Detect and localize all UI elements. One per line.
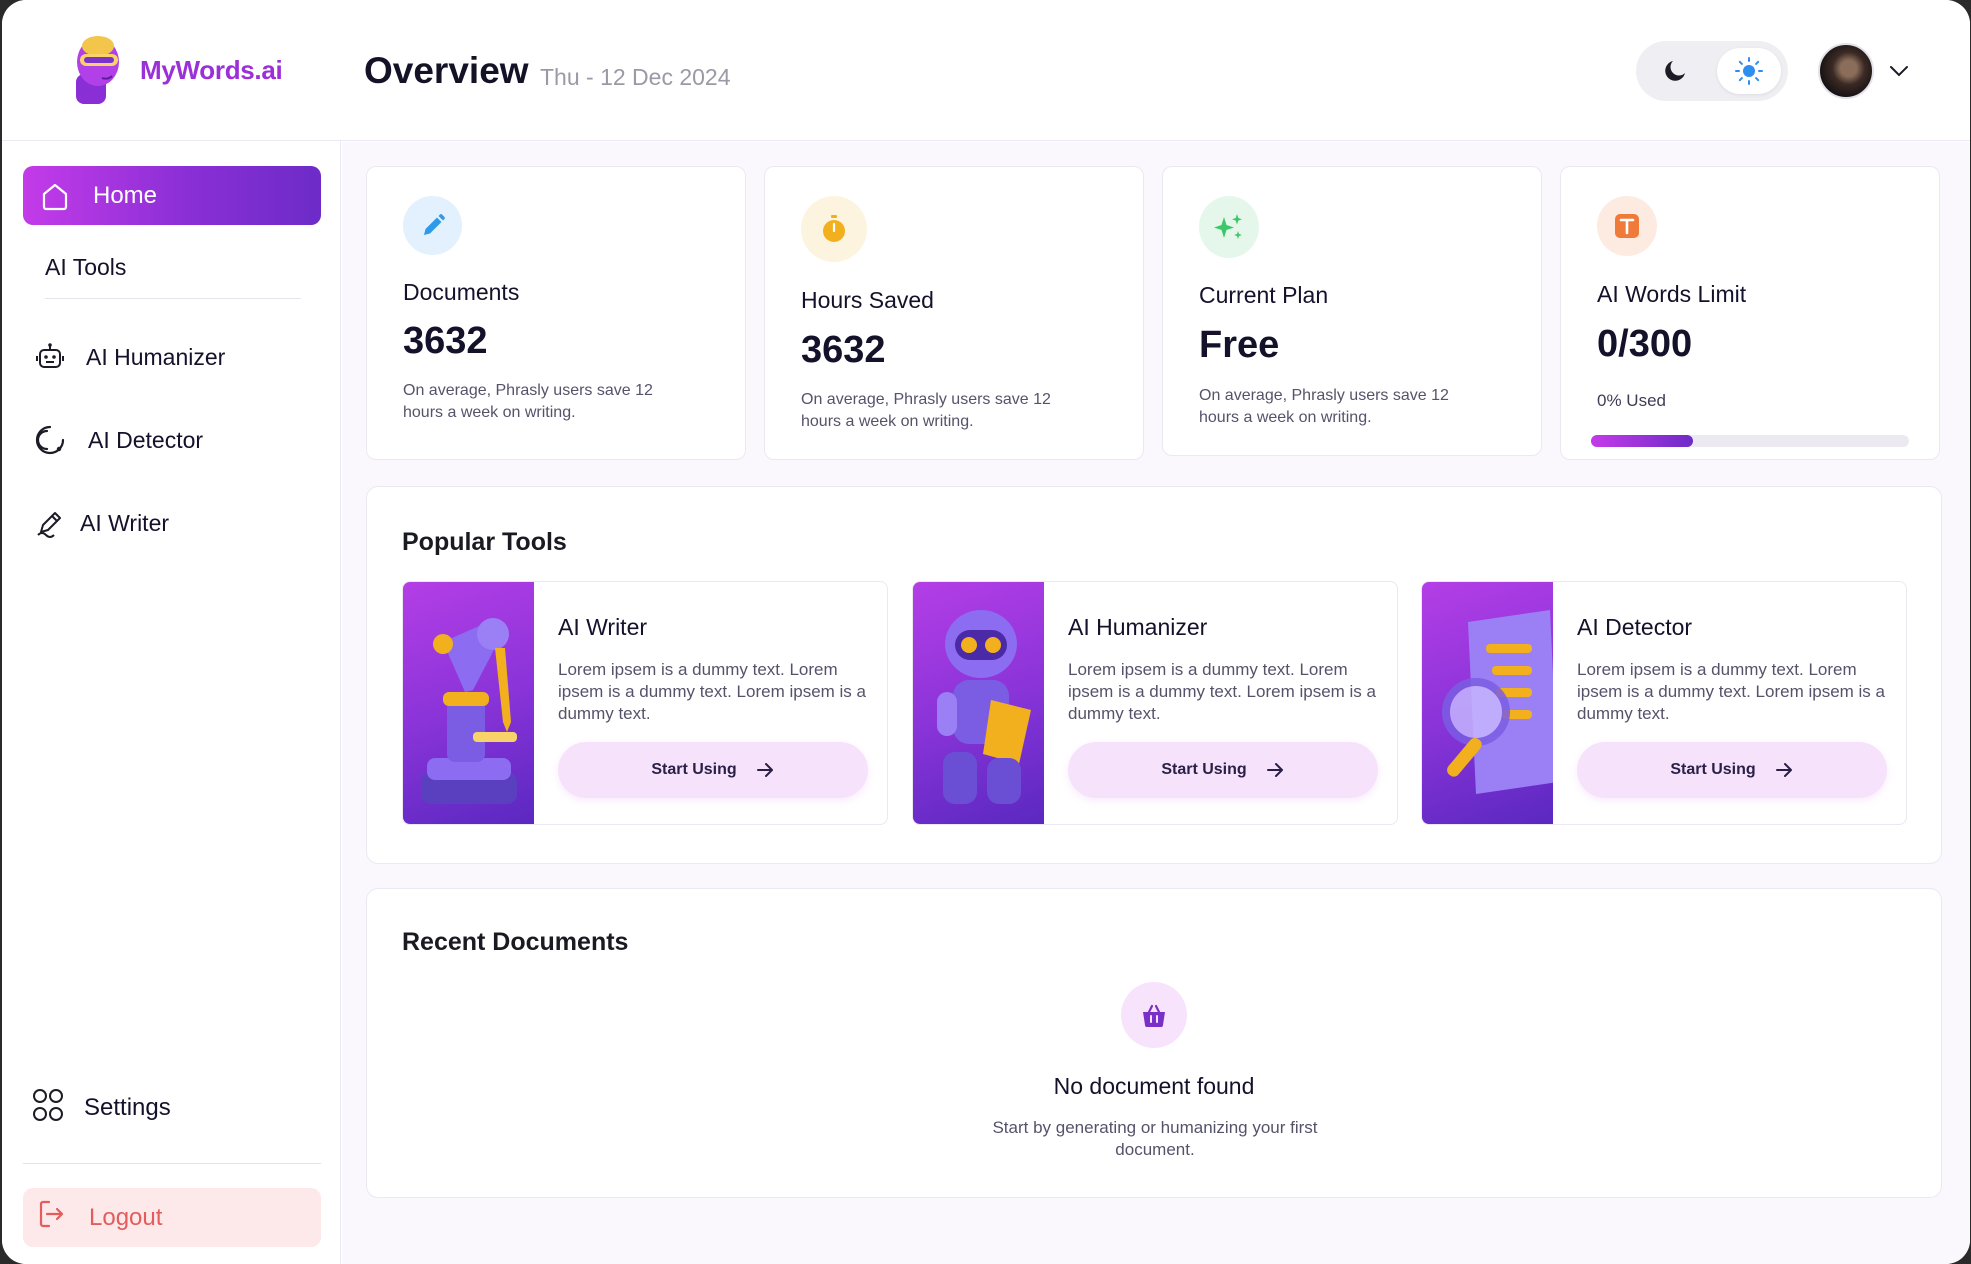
stat-card-ai-words-limit[interactable]: AI Words Limit 0/300 0% Used: [1560, 166, 1940, 460]
recent-documents-section: Recent Documents No document found Start…: [366, 888, 1942, 1198]
stat-card-current-plan[interactable]: Current Plan Free On average, Phrasly us…: [1162, 166, 1542, 456]
stat-value: Free: [1199, 324, 1280, 366]
sidebar-item-settings[interactable]: Settings: [32, 1086, 171, 1130]
start-using-label: Start Using: [651, 761, 737, 778]
brand-name: MyWords.ai: [140, 54, 283, 85]
stopwatch-icon: [801, 196, 867, 262]
stat-description: On average, Phrasly users save 12 hours …: [1199, 387, 1449, 426]
tool-card-ai-detector: AI Detector Lorem ipsem is a dummy text.…: [1421, 581, 1907, 825]
chevron-down-icon[interactable]: [1888, 60, 1910, 82]
app-window: MyWords.ai Overview Thu - 12 Dec 2024 Ho…: [2, 0, 1970, 1264]
arrow-right-icon: [1775, 763, 1792, 777]
words-progress-bar: [1591, 435, 1909, 447]
grid-icon: [32, 1087, 64, 1130]
dark-mode-button[interactable]: [1643, 48, 1707, 94]
section-title: Popular Tools: [402, 528, 567, 556]
user-avatar[interactable]: [1818, 43, 1874, 99]
main-content: Documents 3632 On average, Phrasly users…: [342, 142, 1970, 1264]
top-header: MyWords.ai Overview Thu - 12 Dec 2024: [2, 0, 1970, 141]
tool-title: AI Humanizer: [1068, 614, 1208, 640]
tool-card-ai-writer: AI Writer Lorem ipsem is a dummy text. L…: [402, 581, 888, 825]
sidebar-item-label: AI Humanizer: [86, 343, 226, 370]
sidebar-item-label: Settings: [84, 1094, 171, 1121]
stat-label: AI Words Limit: [1597, 281, 1747, 307]
pen-icon: [32, 505, 68, 541]
magnifier-document-illustration: [1422, 582, 1558, 824]
tool-description: Lorem ipsem is a dummy text. Lorem ipsem…: [558, 660, 866, 723]
sidebar-item-label: Home: [93, 181, 158, 209]
empty-state-description: Start by generating or humanizing your f…: [992, 1118, 1318, 1159]
stat-value: 3632: [801, 329, 886, 371]
start-using-button[interactable]: Start Using: [558, 742, 868, 798]
start-using-label: Start Using: [1670, 761, 1756, 778]
sun-icon: [1735, 57, 1763, 85]
stat-card-hours-saved[interactable]: Hours Saved 3632 On average, Phrasly use…: [764, 166, 1144, 460]
start-using-button[interactable]: Start Using: [1068, 742, 1378, 798]
usage-label: 0% Used: [1597, 391, 1666, 410]
section-title: Recent Documents: [402, 928, 629, 956]
logout-label: Logout: [89, 1203, 163, 1231]
sidebar: Home AI Tools AI Humanizer AI Detector A…: [2, 141, 341, 1264]
stat-value: 3632: [403, 320, 488, 362]
stat-description: On average, Phrasly users save 12 hours …: [801, 391, 1051, 430]
basket-icon: [1121, 982, 1187, 1048]
tool-title: AI Writer: [558, 614, 648, 640]
brand[interactable]: MyWords.ai: [68, 34, 283, 106]
moon-icon: [1665, 61, 1685, 81]
divider: [45, 298, 301, 299]
empty-state-title: No document found: [1053, 1073, 1255, 1099]
brand-logo-icon: [76, 36, 119, 104]
stat-value: 0/300: [1597, 323, 1693, 365]
text-icon: [1597, 196, 1657, 256]
arrow-right-icon: [1266, 763, 1283, 777]
robot-arm-illustration: [403, 582, 534, 824]
sidebar-item-label: AI Detector: [88, 426, 204, 453]
start-using-label: Start Using: [1161, 761, 1247, 778]
ai-tools-section-label: AI Tools: [45, 254, 127, 280]
tool-card-ai-humanizer: AI Humanizer Lorem ipsem is a dummy text…: [912, 581, 1398, 825]
stat-description: On average, Phrasly users save 12 hours …: [403, 382, 653, 421]
light-mode-button[interactable]: [1717, 48, 1781, 94]
sidebar-item-label: AI Writer: [80, 509, 170, 536]
pencil-icon: [403, 196, 462, 255]
stat-label: Hours Saved: [801, 287, 934, 313]
sidebar-item-ai-writer[interactable]: AI Writer: [32, 501, 169, 545]
home-icon: [38, 179, 72, 213]
popular-tools-section: Popular Tools AI Writer Lorem ipsem is a…: [366, 486, 1942, 864]
arrow-right-icon: [756, 763, 773, 777]
divider: [23, 1163, 321, 1164]
robot-icon: [32, 339, 68, 375]
sidebar-item-ai-humanizer[interactable]: AI Humanizer: [32, 335, 225, 379]
words-progress-fill: [1591, 435, 1693, 447]
sidebar-item-ai-detector[interactable]: AI Detector: [32, 418, 203, 462]
stat-card-documents[interactable]: Documents 3632 On average, Phrasly users…: [366, 166, 746, 460]
detector-icon: [32, 422, 68, 458]
tool-description: Lorem ipsem is a dummy text. Lorem ipsem…: [1068, 660, 1376, 723]
tool-description: Lorem ipsem is a dummy text. Lorem ipsem…: [1577, 660, 1885, 723]
stat-label: Documents: [403, 279, 520, 305]
page-title: Overview: [364, 50, 529, 91]
robot-illustration: [913, 582, 1044, 824]
sidebar-item-home[interactable]: Home: [23, 166, 321, 225]
stat-label: Current Plan: [1199, 282, 1329, 308]
page-date: Thu - 12 Dec 2024: [540, 64, 731, 90]
start-using-button[interactable]: Start Using: [1577, 742, 1887, 798]
tool-title: AI Detector: [1577, 614, 1693, 640]
logout-button[interactable]: Logout: [23, 1188, 321, 1247]
logout-icon: [35, 1197, 69, 1238]
sparkles-icon: [1199, 196, 1259, 258]
theme-toggle: [1636, 41, 1788, 101]
